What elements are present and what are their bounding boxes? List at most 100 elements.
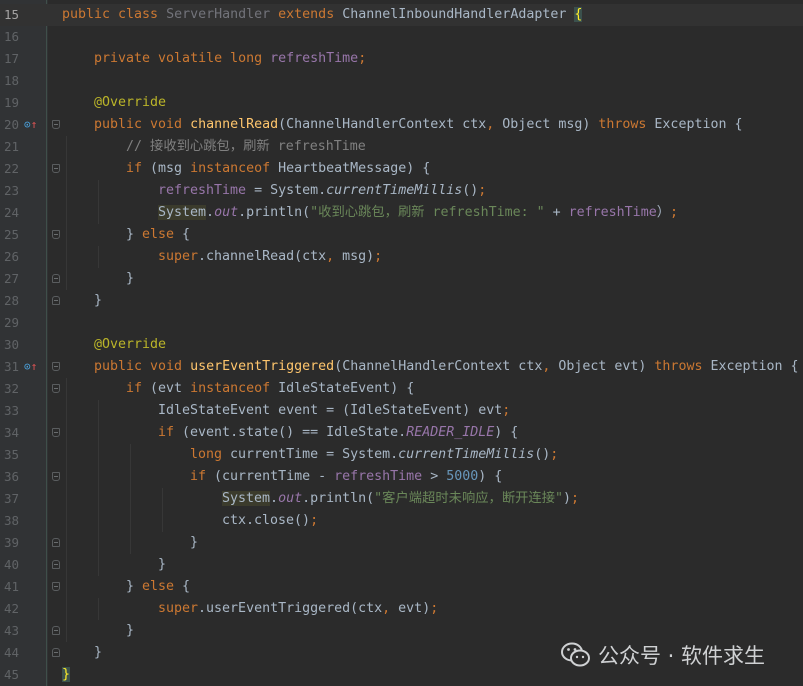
code-editor[interactable]: 15 public class ServerHandler extends Cha… — [0, 4, 803, 686]
code-line[interactable]: 35 long currentTime = System.currentTimeM… — [0, 444, 803, 466]
code-line[interactable]: 42 super.userEventTriggered(ctx, evt); — [0, 598, 803, 620]
code-line[interactable]: 16 — [0, 26, 803, 48]
line-number[interactable]: 36 — [4, 466, 26, 488]
line-number[interactable]: 37 — [4, 488, 26, 510]
line-number[interactable]: 16 — [4, 26, 26, 48]
code-line[interactable]: 39} — [0, 532, 803, 554]
line-number[interactable]: 38 — [4, 510, 26, 532]
code-text: } — [126, 268, 134, 290]
fold-marker-icon[interactable] — [52, 472, 60, 481]
line-number[interactable]: 44 — [4, 642, 26, 664]
code-line[interactable]: 21 // 接收到心跳包，刷新 refreshTime — [0, 136, 803, 158]
code-line[interactable]: 15 public class ServerHandler extends Cha… — [0, 4, 803, 26]
line-number[interactable]: 18 — [4, 70, 26, 92]
code-line[interactable]: 38 ctx.close(); — [0, 510, 803, 532]
fold-marker-icon[interactable] — [52, 626, 60, 635]
fold-marker-icon[interactable] — [52, 538, 60, 547]
code-line[interactable]: 30 @Override — [0, 334, 803, 356]
code-line[interactable]: 31 ⊙↑ public void userEventTriggered(Chann… — [0, 356, 803, 378]
line-number[interactable]: 22 — [4, 158, 26, 180]
line-number[interactable]: 31 — [4, 356, 26, 378]
fold-marker-icon[interactable] — [52, 560, 60, 569]
line-number[interactable]: 19 — [4, 92, 26, 114]
code-line[interactable]: 18 — [0, 70, 803, 92]
code-token: currentTimeMillis — [326, 183, 463, 198]
fold-marker-icon[interactable] — [52, 120, 60, 129]
line-number[interactable]: 21 — [4, 136, 26, 158]
code-token: ; — [478, 183, 487, 198]
code-token: (ChannelHandlerContext ctx — [334, 359, 543, 374]
line-number[interactable]: 30 — [4, 334, 26, 356]
fold-marker-icon[interactable] — [52, 582, 60, 591]
override-method-icon[interactable]: ⊙↑ — [24, 114, 37, 136]
code-line[interactable]: 24 System.out.println("收到心跳包，刷新 refreshTi… — [0, 202, 803, 224]
code-token: refreshTime — [158, 183, 255, 198]
line-number[interactable]: 40 — [4, 554, 26, 576]
code-line[interactable]: 41 } else { — [0, 576, 803, 598]
code-line[interactable]: 33 IdleStateEvent event = (IdleStateEvent… — [0, 400, 803, 422]
fold-marker-icon[interactable] — [52, 362, 60, 371]
code-text: } — [126, 620, 134, 642]
code-token: System — [222, 491, 271, 506]
code-text: super.userEventTriggered(ctx, evt); — [158, 598, 438, 620]
code-line[interactable]: 36 if (currentTime - refreshTime > 5000) … — [0, 466, 803, 488]
fold-marker-icon[interactable] — [52, 230, 60, 239]
line-number[interactable]: 35 — [4, 444, 26, 466]
code-text: @Override — [94, 92, 166, 114]
code-line[interactable]: 22 if (msg instanceof HeartbeatMessage) { — [0, 158, 803, 180]
code-token: evt) — [398, 601, 431, 616]
line-number[interactable]: 25 — [4, 224, 26, 246]
code-line[interactable]: 19 @Override — [0, 92, 803, 114]
line-number[interactable]: 28 — [4, 290, 26, 312]
code-text: IdleStateEvent event = (IdleStateEvent) … — [158, 400, 510, 422]
code-line[interactable]: 23 refreshTime = System.currentTimeMillis… — [0, 180, 803, 202]
code-line[interactable]: 34 if (event.state() == IdleState.READER_… — [0, 422, 803, 444]
code-line[interactable]: 40} — [0, 554, 803, 576]
code-line[interactable]: 32 if (evt instanceof IdleStateEvent) { — [0, 378, 803, 400]
line-number[interactable]: 34 — [4, 422, 26, 444]
fold-marker-icon[interactable] — [52, 296, 60, 305]
line-number[interactable]: 17 — [4, 48, 26, 70]
code-text: } else { — [126, 576, 190, 598]
code-text: private volatile long refreshTime; — [94, 48, 366, 70]
line-number[interactable]: 29 — [4, 312, 26, 334]
line-number[interactable]: 32 — [4, 378, 26, 400]
line-number[interactable]: 26 — [4, 246, 26, 268]
code-line[interactable]: 17 private volatile long refreshTime; — [0, 48, 803, 70]
line-number[interactable]: 41 — [4, 576, 26, 598]
line-number[interactable]: 23 — [4, 180, 26, 202]
line-number[interactable]: 33 — [4, 400, 26, 422]
code-token: ; — [571, 491, 580, 506]
line-number[interactable]: 20 — [4, 114, 26, 136]
indent-guide — [130, 488, 131, 510]
code-line[interactable]: 26 super.channelRead(ctx, msg); — [0, 246, 803, 268]
code-token: IdleStateEvent event = (IdleStateEvent) … — [158, 403, 503, 418]
code-token: super — [158, 249, 199, 264]
fold-marker-icon[interactable] — [52, 428, 60, 437]
code-token: msg) — [342, 249, 375, 264]
line-number[interactable]: 24 — [4, 202, 26, 224]
code-line[interactable]: 28} — [0, 290, 803, 312]
fold-marker-icon[interactable] — [52, 384, 60, 393]
fold-marker-icon[interactable] — [52, 274, 60, 283]
fold-marker-icon[interactable] — [52, 164, 60, 173]
code-line[interactable]: 29 — [0, 312, 803, 334]
line-number[interactable]: 27 — [4, 268, 26, 290]
fold-marker-icon[interactable] — [52, 648, 60, 657]
code-line[interactable]: 25} else { — [0, 224, 803, 246]
line-number[interactable]: 45 — [4, 664, 26, 686]
line-number[interactable]: 43 — [4, 620, 26, 642]
code-line[interactable]: 43} — [0, 620, 803, 642]
code-text: } — [94, 642, 102, 664]
code-line[interactable]: 37 System.out.println("客户端超时未响应，断开连接"); — [0, 488, 803, 510]
code-token: ; — [550, 447, 559, 462]
code-line[interactable]: 20 ⊙↑ public void channelRead(ChannelHandl… — [0, 114, 803, 136]
line-number[interactable]: 42 — [4, 598, 26, 620]
code-token: ; — [502, 403, 511, 418]
code-token: IdleStateEvent) { — [278, 381, 415, 396]
code-line[interactable]: 27} — [0, 268, 803, 290]
line-number[interactable]: 15 — [4, 4, 26, 26]
override-method-icon[interactable]: ⊙↑ — [24, 356, 37, 378]
code-token: instanceof — [190, 381, 279, 396]
line-number[interactable]: 39 — [4, 532, 26, 554]
